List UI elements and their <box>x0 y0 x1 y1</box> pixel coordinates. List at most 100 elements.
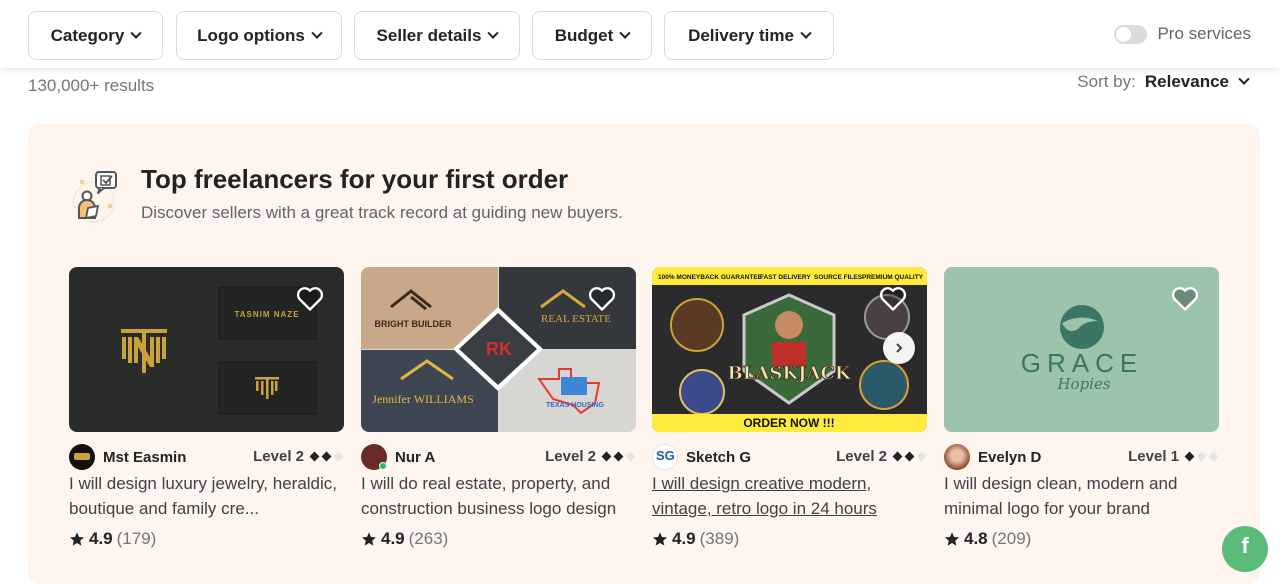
seller-level: Level 2 <box>836 448 927 465</box>
seller-level: Level 1 <box>1128 448 1219 465</box>
filter-label: Category <box>50 25 125 45</box>
star-icon <box>362 532 376 546</box>
seller-row: Mst Easmin Level 2 <box>69 444 344 470</box>
star-icon <box>945 532 959 546</box>
level-label: Level 1 <box>1128 448 1179 465</box>
star-icon <box>653 532 667 546</box>
level-diamonds <box>891 451 927 462</box>
review-count: (389) <box>699 529 740 548</box>
pro-services-toggle-group: Pro services <box>1114 24 1251 44</box>
chevron-down-icon <box>130 27 143 39</box>
review-count: (209) <box>991 529 1032 548</box>
image-text: TEXAS HOUSING <box>546 402 605 409</box>
chevron-down-icon <box>619 27 631 39</box>
seller-level: Level 2 <box>253 448 344 465</box>
filter-category-button[interactable]: Category <box>28 11 163 60</box>
image-next-button[interactable] <box>883 332 915 364</box>
gig-card[interactable]: 100% MONEYBACK GUARANTEE FAST DELIVERY S… <box>652 267 927 549</box>
seller-name[interactable]: Mst Easmin <box>103 449 186 466</box>
filter-label: Delivery time <box>688 25 794 45</box>
top-freelancers-panel: Top freelancers for your first order Dis… <box>28 124 1260 584</box>
gig-title[interactable]: I will design luxury jewelry, heraldic, … <box>69 471 344 521</box>
image-text: BRIGHT BUILDER <box>375 319 452 329</box>
rating-value: 4.9 <box>89 529 113 548</box>
chevron-down-icon <box>487 27 500 39</box>
online-indicator <box>379 462 387 470</box>
image-text: ORDER NOW !!! <box>743 416 834 430</box>
gig-image[interactable]: RK BRIGHT BUILDER REAL ESTATE Jennifer W… <box>361 267 636 432</box>
chevron-right-icon <box>896 343 903 353</box>
seller-name[interactable]: Nur A <box>395 449 435 466</box>
section-title: Top freelancers for your first order <box>141 164 569 194</box>
filter-label: Seller details <box>376 25 482 45</box>
image-text: PREMIUM QUALITY <box>862 274 924 281</box>
freelancer-checklist-icon <box>73 171 117 223</box>
heart-icon[interactable] <box>879 286 907 312</box>
image-text: FAST DELIVERY <box>760 274 811 281</box>
image-text: BLASKJACK <box>728 363 852 384</box>
pro-services-toggle[interactable] <box>1114 24 1148 44</box>
seller-row: SG Sketch G Level 2 <box>652 444 927 470</box>
heart-icon[interactable] <box>1171 286 1199 312</box>
seller-avatar[interactable] <box>69 444 95 470</box>
image-text: GRACE <box>1021 348 1143 378</box>
filter-delivery-time-button[interactable]: Delivery time <box>664 11 834 60</box>
gig-title[interactable]: I will do real estate, property, and con… <box>361 471 636 521</box>
gig-title[interactable]: I will design clean, modern and minimal … <box>944 471 1219 521</box>
review-count: (179) <box>116 529 157 548</box>
filter-seller-details-button[interactable]: Seller details <box>354 11 520 60</box>
gig-title[interactable]: I will design creative modern, vintage, … <box>652 471 927 521</box>
gig-image[interactable]: GRACE Hopies <box>944 267 1219 432</box>
heart-icon[interactable] <box>588 286 616 312</box>
filter-budget-button[interactable]: Budget <box>532 11 652 60</box>
gig-image[interactable]: TASNIM NAZE <box>69 267 344 432</box>
image-text: RK <box>486 339 512 359</box>
gig-rating: 4.9 (263) <box>361 529 636 549</box>
chevron-down-icon <box>311 27 323 39</box>
gig-rating: 4.9 (389) <box>652 529 927 549</box>
seller-level: Level 2 <box>545 448 636 465</box>
sort-dropdown[interactable]: Sort by: Relevance <box>1077 72 1250 92</box>
seller-name[interactable]: Sketch G <box>686 449 751 466</box>
image-text: Jennifer WILLIAMS <box>372 392 473 406</box>
level-diamonds <box>1183 451 1219 462</box>
gig-rating: 4.8 (209) <box>944 529 1219 549</box>
results-count: 130,000+ results <box>28 76 155 95</box>
level-label: Level 2 <box>253 448 304 465</box>
gig-rating: 4.9 (179) <box>69 529 344 549</box>
seller-row: Evelyn D Level 1 <box>944 444 1219 470</box>
chevron-down-icon <box>1238 73 1250 85</box>
level-diamonds <box>308 451 344 462</box>
seller-avatar[interactable] <box>361 444 387 470</box>
filter-bar: Category Logo options Seller details Bud… <box>0 0 1280 68</box>
seller-name[interactable]: Evelyn D <box>978 449 1041 466</box>
level-label: Level 2 <box>545 448 596 465</box>
pro-services-label: Pro services <box>1157 24 1251 43</box>
gig-card[interactable]: RK BRIGHT BUILDER REAL ESTATE Jennifer W… <box>361 267 636 549</box>
gig-card[interactable]: TASNIM NAZE Mst Easmin Level 2 I will de… <box>69 267 344 549</box>
image-text: Hopies <box>1056 375 1110 393</box>
level-diamonds <box>600 451 636 462</box>
image-text: REAL ESTATE <box>541 313 611 325</box>
rating-value: 4.9 <box>381 529 405 548</box>
sort-value: Relevance <box>1144 72 1229 91</box>
chat-fab-button[interactable]: f <box>1222 526 1268 572</box>
chevron-down-icon <box>800 27 812 39</box>
review-count: (263) <box>408 529 449 548</box>
section-subtitle: Discover sellers with a great track reco… <box>141 203 623 222</box>
heart-icon[interactable] <box>296 286 324 312</box>
gig-card[interactable]: GRACE Hopies Evelyn D Level 1 I will des… <box>944 267 1219 549</box>
filter-label: Budget <box>554 25 614 45</box>
seller-avatar[interactable] <box>944 444 970 470</box>
filter-logo-options-button[interactable]: Logo options <box>176 11 342 60</box>
seller-row: Nur A Level 2 <box>361 444 636 470</box>
filter-label: Logo options <box>197 25 305 45</box>
level-label: Level 2 <box>836 448 887 465</box>
seller-avatar[interactable]: SG <box>652 444 678 470</box>
star-icon <box>70 532 84 546</box>
image-text: TASNIM NAZE <box>234 310 299 319</box>
chat-fab-label: f <box>1241 533 1249 558</box>
image-text: 100% MONEYBACK GUARANTEE <box>658 274 763 281</box>
image-text: SOURCE FILES <box>814 274 863 281</box>
gig-image[interactable]: 100% MONEYBACK GUARANTEE FAST DELIVERY S… <box>652 267 927 432</box>
